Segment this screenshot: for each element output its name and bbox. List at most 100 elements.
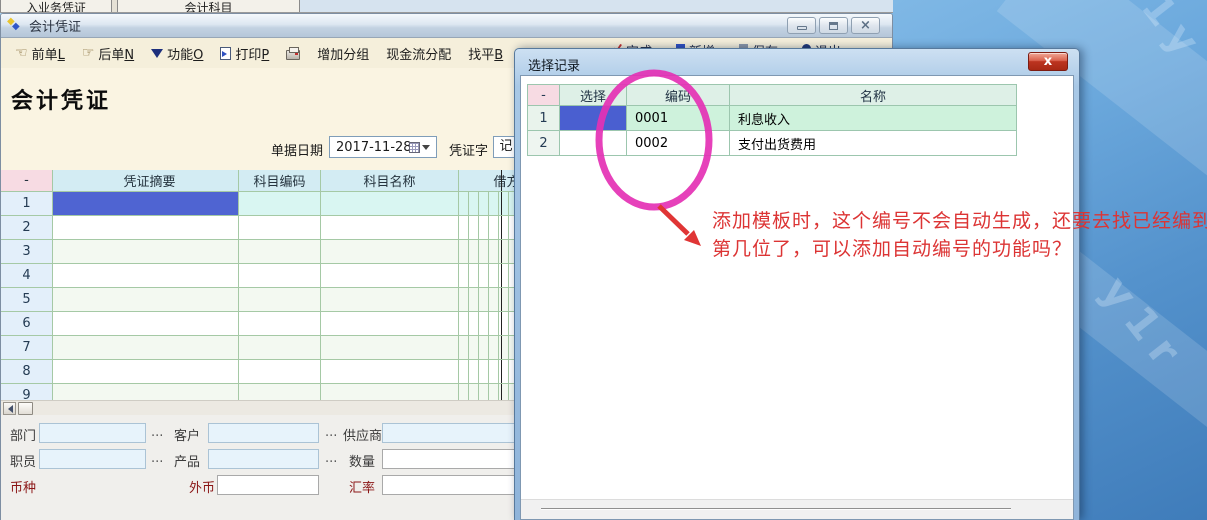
scroll-left-button[interactable] (3, 402, 16, 415)
name-cell[interactable] (321, 360, 459, 384)
close-button[interactable]: × (851, 17, 880, 34)
minimize-icon (797, 26, 807, 30)
header-select: 选择 (560, 84, 627, 106)
customer-label: 客户 (174, 425, 200, 444)
app-icon: ◆◆ (7, 19, 23, 33)
desktop: n1y y1r 入业务凭证 会计科目 ◆◆ 会计凭证 × ☜ 前单L ☞ 后单N (0, 0, 1207, 520)
row-number: 5 (1, 288, 53, 312)
minimize-button[interactable] (787, 17, 816, 34)
name-cell[interactable] (321, 312, 459, 336)
print-button[interactable]: 打印P (220, 44, 269, 63)
summary-cell[interactable] (53, 264, 239, 288)
date-value: 2017-11-28 (336, 140, 412, 155)
product-label: 产品 (174, 451, 200, 470)
customer-input[interactable] (208, 423, 319, 443)
title-bar[interactable]: ◆◆ 会计凭证 × (1, 14, 892, 38)
code-cell[interactable] (239, 360, 321, 384)
code-cell[interactable]: 0002 (627, 131, 730, 156)
record-row[interactable]: 2 0002 支付出货费用 (527, 131, 1017, 156)
summary-cell[interactable] (53, 360, 239, 384)
code-cell[interactable] (239, 264, 321, 288)
name-cell[interactable]: 利息收入 (730, 106, 1017, 131)
add-group-button[interactable]: 增加分组 (317, 44, 369, 63)
row-number: 4 (1, 264, 53, 288)
product-input[interactable] (208, 449, 319, 469)
staff-input[interactable] (39, 449, 146, 469)
row-number: 6 (1, 312, 53, 336)
name-cell[interactable] (321, 240, 459, 264)
foreign-currency-input[interactable] (217, 475, 319, 495)
supplier-input[interactable] (382, 423, 515, 443)
code-cell[interactable] (239, 192, 321, 216)
product-browse[interactable]: ... (325, 451, 337, 466)
voucher-word-label: 凭证字 (449, 140, 488, 159)
background-tab-strip: 入业务凭证 会计科目 (0, 0, 893, 13)
row-number: 1 (1, 192, 53, 216)
name-cell[interactable]: 支付出货费用 (730, 131, 1017, 156)
summary-cell[interactable] (53, 336, 239, 360)
hand-right-icon: ☞ (82, 46, 95, 60)
divider-line (541, 508, 1011, 510)
summary-cell[interactable] (53, 240, 239, 264)
window-title: 会计凭证 (29, 16, 81, 35)
calendar-dropdown[interactable] (409, 140, 433, 154)
dept-browse[interactable]: ... (151, 425, 163, 440)
header-summary: 凭证摘要 (53, 170, 239, 192)
tab-business-voucher[interactable]: 入业务凭证 (0, 0, 112, 13)
name-cell[interactable] (321, 336, 459, 360)
printer-button[interactable] (286, 47, 300, 60)
restore-icon (829, 22, 838, 30)
cashflow-allocation-button[interactable]: 现金流分配 (386, 44, 451, 63)
dialog-close-button[interactable]: x (1028, 52, 1068, 71)
row-number: 3 (1, 240, 53, 264)
quantity-label: 数量 (349, 451, 375, 470)
header-subject-name: 科目名称 (321, 170, 459, 192)
balance-button[interactable]: 找平B (468, 44, 503, 63)
wallpaper-watermark: y1r (1091, 267, 1196, 382)
name-cell[interactable] (321, 192, 459, 216)
code-cell[interactable] (239, 312, 321, 336)
summary-cell[interactable] (53, 288, 239, 312)
dialog-bottom-strip (521, 499, 1073, 519)
row-number: 2 (527, 131, 560, 156)
summary-cell[interactable] (53, 312, 239, 336)
header-index: - (527, 84, 560, 106)
name-cell[interactable] (321, 264, 459, 288)
staff-browse[interactable]: ... (151, 451, 163, 466)
record-table: - 选择 编码 名称 1 0001 利息收入 2 0002 支付出货费用 (527, 84, 1017, 156)
code-cell[interactable] (239, 336, 321, 360)
row-number: 8 (1, 360, 53, 384)
code-cell[interactable] (239, 216, 321, 240)
select-cell-selected[interactable] (560, 106, 627, 131)
currency-label: 币种 (10, 477, 36, 496)
close-icon: × (860, 19, 871, 32)
customer-browse[interactable]: ... (325, 425, 337, 440)
quantity-input[interactable] (382, 449, 515, 469)
name-cell[interactable] (321, 288, 459, 312)
date-input[interactable]: 2017-11-28 (329, 136, 437, 158)
dept-input[interactable] (39, 423, 146, 443)
wallpaper-watermark: n1y (1108, 0, 1207, 71)
chevron-down-icon (422, 145, 430, 154)
code-cell[interactable]: 0001 (627, 106, 730, 131)
select-cell[interactable] (560, 131, 627, 156)
exchange-rate-input[interactable] (382, 475, 515, 495)
down-arrow-icon (151, 49, 163, 64)
prev-voucher-button[interactable]: ☜ 前单L (15, 44, 65, 63)
summary-cell[interactable] (53, 216, 239, 240)
functions-button[interactable]: 功能O (151, 42, 203, 64)
arrow-left-icon (4, 405, 13, 413)
next-voucher-button[interactable]: ☞ 后单N (82, 44, 134, 63)
code-cell[interactable] (239, 288, 321, 312)
summary-cell-selected[interactable] (53, 192, 239, 216)
restore-button[interactable] (819, 17, 848, 34)
code-cell[interactable] (239, 240, 321, 264)
record-row[interactable]: 1 0001 利息收入 (527, 106, 1017, 131)
name-cell[interactable] (321, 216, 459, 240)
foreign-currency-label: 外币 (189, 477, 215, 496)
tab-account-subjects[interactable]: 会计科目 (117, 0, 300, 13)
header-code: 编码 (627, 84, 730, 106)
scrollbar-thumb[interactable] (18, 402, 33, 415)
print-page-icon (220, 47, 231, 60)
exchange-rate-label: 汇率 (349, 477, 375, 496)
